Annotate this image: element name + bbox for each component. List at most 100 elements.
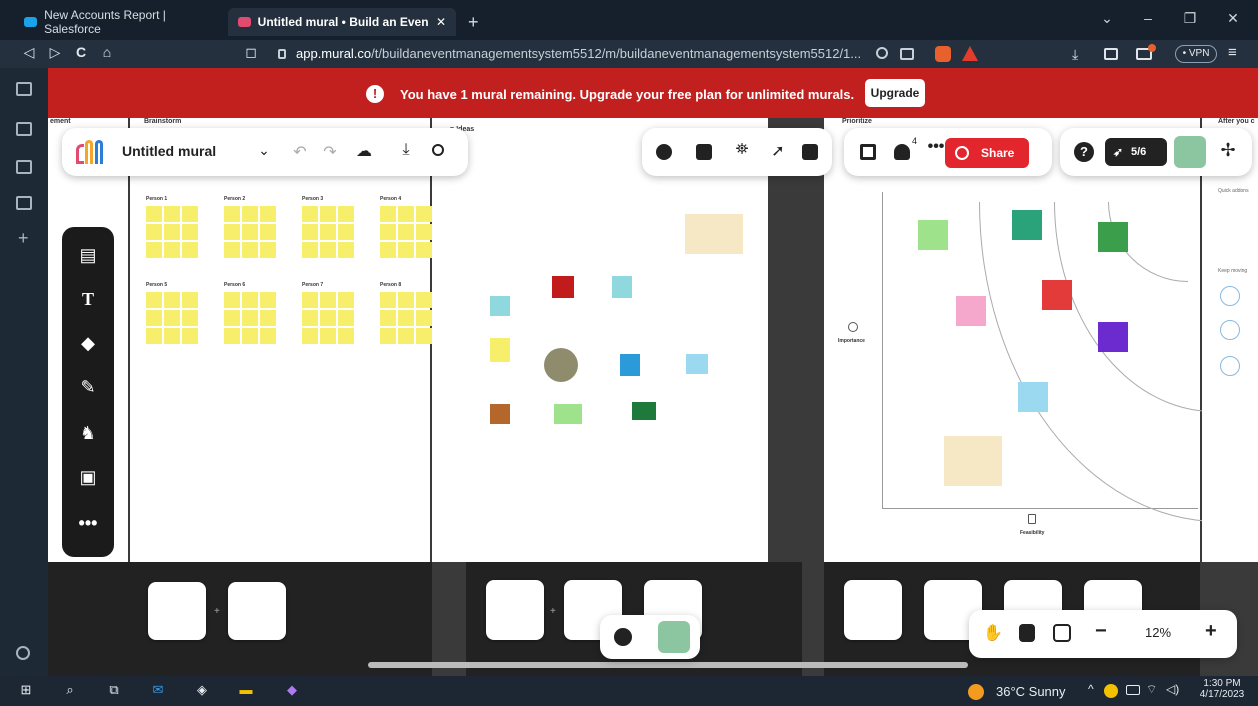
sticky-note[interactable] (260, 310, 276, 326)
sticky-note[interactable] (242, 292, 258, 308)
sticky-note[interactable] (302, 328, 318, 344)
sticky-note[interactable] (302, 224, 318, 240)
horizontal-scrollbar[interactable] (368, 662, 968, 668)
hand-pan-icon[interactable]: ✋ (981, 623, 1005, 643)
sticky-note[interactable] (338, 224, 354, 240)
sticky-red[interactable] (1042, 280, 1072, 310)
sticky-note[interactable] (320, 328, 336, 344)
mail-app-icon[interactable]: ✉ (148, 682, 168, 700)
zoom-level[interactable]: 12% (1145, 625, 1171, 640)
sticky-note[interactable] (146, 242, 162, 258)
mural-logo-icon[interactable] (76, 140, 106, 164)
tray-chevron-icon[interactable]: ^ (1088, 682, 1094, 696)
outline-icon[interactable] (860, 144, 876, 160)
sticky-green[interactable] (554, 404, 582, 424)
sticky-note[interactable] (224, 292, 240, 308)
sticky-note[interactable] (416, 328, 432, 344)
sticky-teal[interactable] (612, 276, 632, 298)
sticky-note[interactable] (146, 292, 162, 308)
volume-icon[interactable]: ◁) (1166, 682, 1179, 696)
sticky-note[interactable] (380, 242, 396, 258)
redo-icon[interactable]: ↷ (318, 142, 342, 162)
sticky-note[interactable] (182, 224, 198, 240)
sticky-note[interactable] (164, 292, 180, 308)
sticky-note[interactable] (380, 206, 396, 222)
sticky-note[interactable] (182, 292, 198, 308)
private-mode-icon[interactable] (802, 144, 818, 160)
text-tool-icon[interactable]: T (76, 289, 100, 310)
brave-app-icon[interactable]: ◆ (282, 682, 302, 700)
bookmark-icon[interactable]: ◻ (240, 44, 262, 61)
sidebar-add-icon[interactable]: + (18, 228, 29, 249)
zoom-out-button[interactable]: − (1095, 620, 1107, 643)
share-page-icon[interactable] (900, 48, 914, 60)
sticky-note[interactable] (182, 242, 198, 258)
brave-shields-icon[interactable] (935, 46, 951, 62)
templates-llama-icon[interactable]: ♞ (76, 423, 100, 444)
home-button[interactable]: ⌂ (96, 44, 118, 60)
sticky-note[interactable] (320, 206, 336, 222)
template-thumbnail[interactable] (844, 580, 902, 640)
tab-close-icon[interactable]: ✕ (436, 15, 446, 29)
sticky-note[interactable] (320, 224, 336, 240)
sticky-note[interactable] (302, 292, 318, 308)
sticky-note[interactable] (320, 292, 336, 308)
export-icon[interactable]: ⤓ (394, 141, 418, 159)
sticky-note[interactable] (302, 310, 318, 326)
search-icon[interactable]: ⌕ (60, 682, 80, 700)
start-button[interactable]: ⊞ (16, 682, 36, 700)
help-icon[interactable]: ? (1074, 142, 1094, 162)
sticky-note[interactable] (242, 242, 258, 258)
sticky-note[interactable] (338, 292, 354, 308)
sticky-note[interactable] (224, 310, 240, 326)
tab-mural[interactable]: Untitled mural • Build an Event M ✕ (228, 8, 456, 36)
sidebar-settings-icon[interactable] (16, 646, 30, 660)
sidebar-history-icon[interactable] (16, 196, 32, 210)
mural-title[interactable]: Untitled mural (122, 143, 216, 159)
sticky-note[interactable] (164, 206, 180, 222)
sticky-red[interactable] (552, 276, 574, 298)
sticky-note[interactable] (164, 328, 180, 344)
upgrade-button[interactable]: Upgrade (865, 79, 925, 107)
sticky-note[interactable] (398, 292, 414, 308)
addon-icon[interactable] (1220, 320, 1240, 340)
sticky-note[interactable] (416, 224, 432, 240)
sticky-note[interactable] (398, 224, 414, 240)
sticky-green[interactable] (918, 220, 948, 250)
sticky-note[interactable] (164, 224, 180, 240)
file-explorer-icon[interactable]: ▬ (236, 682, 256, 700)
sticky-note[interactable] (302, 206, 318, 222)
binoculars-icon[interactable]: ⛯ (730, 141, 754, 159)
task-view-icon[interactable]: ⧉ (104, 682, 124, 700)
zoom-icon[interactable] (876, 47, 888, 59)
search-icon[interactable] (432, 144, 444, 156)
pen-icon[interactable]: ✎ (76, 377, 100, 398)
sticky-note[interactable] (164, 310, 180, 326)
note-card[interactable] (944, 436, 1002, 486)
tray-app-icon[interactable] (1104, 684, 1118, 698)
sticky-note[interactable] (398, 206, 414, 222)
sidebar-tabs-icon[interactable] (16, 122, 32, 136)
download-icon[interactable]: ⤓ (1072, 46, 1088, 62)
sticky-note[interactable] (380, 292, 396, 308)
sticky-note[interactable] (398, 328, 414, 344)
sticky-lightblue[interactable] (1018, 382, 1048, 412)
sticky-note[interactable] (242, 224, 258, 240)
vpn-button[interactable]: • VPN (1175, 45, 1217, 63)
user-avatar[interactable] (658, 621, 690, 653)
forward-button[interactable]: ▷ (44, 44, 66, 61)
sparkle-ai-icon[interactable]: ✢ (1216, 140, 1240, 161)
sticky-purple[interactable] (1098, 322, 1128, 352)
sticky-note[interactable] (242, 328, 258, 344)
sticky-note[interactable] (320, 242, 336, 258)
select-mode-icon[interactable] (1019, 624, 1035, 642)
sticky-note[interactable] (380, 310, 396, 326)
more-tools-icon[interactable]: ••• (76, 513, 100, 534)
template-thumbnail[interactable] (148, 582, 206, 640)
sticky-note[interactable] (224, 242, 240, 258)
sticky-note[interactable] (224, 206, 240, 222)
sticky-lightblue[interactable] (686, 354, 708, 374)
sticky-note[interactable] (416, 206, 432, 222)
chevron-down-icon[interactable]: ⌄ (252, 142, 276, 159)
sticky-green-dark[interactable] (1098, 222, 1128, 252)
